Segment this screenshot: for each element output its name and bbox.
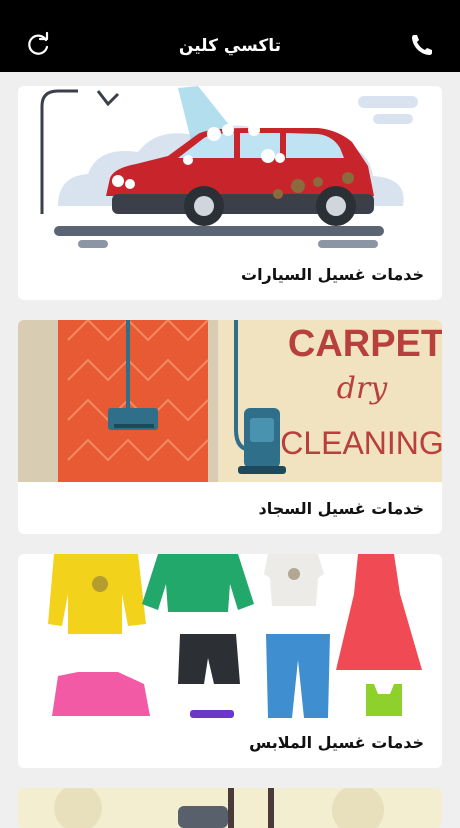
service-label-car-wash: خدمات غسيل السيارات <box>240 265 424 284</box>
clothes-washing-illustration <box>48 554 422 718</box>
service-label-carpet: خدمات غسيل السجاد <box>258 499 424 518</box>
service-card-partial[interactable] <box>18 788 442 828</box>
app-title: تاكسي كلين <box>178 36 282 56</box>
service-card-carpet[interactable]: CARPET dry CLEANING خدمات غسيل السجاد <box>18 320 442 534</box>
top-bar: تاكسي كلين <box>0 0 460 72</box>
service-label-clothes: خدمات غسيل الملابس <box>249 733 424 752</box>
carpet-art-text-dry: dry <box>337 371 389 406</box>
carpet-cleaning-illustration: CARPET dry CLEANING <box>18 320 442 482</box>
phone-icon[interactable] <box>408 31 436 59</box>
carpet-art-text-cleaning: CLEANING <box>280 425 442 461</box>
partial-card-illustration <box>18 788 442 828</box>
carpet-art-text-carpet: CARPET <box>288 323 442 365</box>
service-card-car-wash[interactable]: خدمات غسيل السيارات <box>18 86 442 300</box>
service-card-clothes[interactable]: خدمات غسيل الملابس <box>18 554 442 768</box>
